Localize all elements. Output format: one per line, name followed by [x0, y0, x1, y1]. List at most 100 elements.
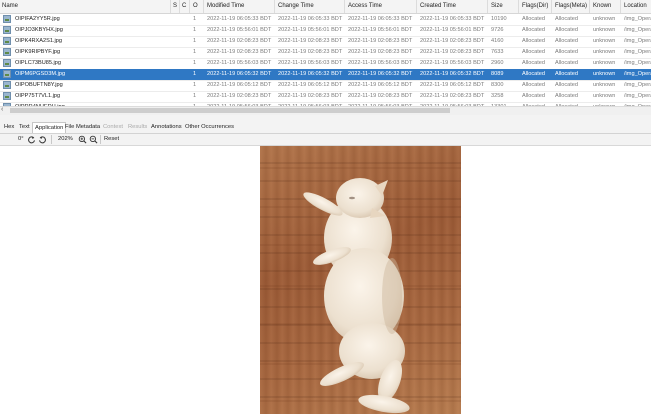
- flags-meta: Allocated: [555, 38, 579, 44]
- image-file-icon: [3, 48, 11, 56]
- file-name: OIPM6PGSD3M.jpg: [15, 71, 66, 77]
- known-status: unknown: [593, 82, 616, 88]
- column-header[interactable]: Known: [593, 3, 611, 9]
- tab-context[interactable]: Context: [101, 122, 125, 132]
- column-header[interactable]: Flags(Meta): [555, 3, 587, 9]
- column-header[interactable]: Created Time: [420, 3, 456, 9]
- change-time: 2022-11-19 05:56:01 BDT: [278, 27, 343, 33]
- file-table: Name S C O Modified Time Change Time Access Ti…: [0, 0, 651, 106]
- access-time: 2022-11-19 02:08:23 BDT: [348, 38, 413, 44]
- file-name: OIPLC73BU85.jpg: [15, 60, 62, 66]
- modified-time: 2022-11-19 05:56:03 BDT: [207, 60, 272, 66]
- tab-file-metadata[interactable]: File Metadata: [63, 122, 102, 132]
- file-size: 10190: [491, 16, 507, 22]
- tab-hex[interactable]: Hex: [2, 122, 16, 132]
- column-header[interactable]: Modified Time: [207, 3, 244, 9]
- column-header[interactable]: C: [182, 3, 186, 9]
- rotate-left-icon[interactable]: [27, 134, 36, 145]
- column-divider[interactable]: [170, 0, 171, 13]
- modified-time: 2022-11-19 06:05:33 BDT: [207, 16, 272, 22]
- scroll-thumb[interactable]: [10, 108, 450, 113]
- file-size: 3258: [491, 93, 504, 99]
- file-name: OIPOBUFTN8Y.jpg: [15, 82, 63, 88]
- flags-meta: Allocated: [555, 60, 579, 66]
- file-name: OIPK9RIPBYF.jpg: [15, 49, 61, 55]
- column-divider[interactable]: [274, 0, 275, 13]
- modified-time: 2022-11-19 02:08:23 BDT: [207, 49, 272, 55]
- access-time: 2022-11-19 02:08:23 BDT: [348, 93, 413, 99]
- tab-text[interactable]: Text: [17, 122, 32, 132]
- column-header[interactable]: Change Time: [278, 3, 314, 9]
- known-status: unknown: [593, 71, 616, 77]
- file-location: /img_Opera: [624, 49, 651, 55]
- zoom-value: 202%: [58, 136, 73, 142]
- column-header[interactable]: Location: [624, 3, 647, 9]
- file-size: 7633: [491, 49, 504, 55]
- image-file-icon: [3, 15, 11, 23]
- flags-dir: Allocated: [522, 71, 546, 77]
- column-divider[interactable]: [551, 0, 552, 13]
- file-size: 9726: [491, 27, 504, 33]
- column-header[interactable]: Access Time: [348, 3, 382, 9]
- created-time: 2022-11-19 05:56:01 BDT: [420, 27, 485, 33]
- column-header[interactable]: S: [173, 3, 177, 9]
- cat-photo: [260, 146, 461, 414]
- column-header[interactable]: Flags(Dir): [522, 3, 548, 9]
- image-file-icon: [3, 70, 11, 78]
- flags-dir: Allocated: [522, 38, 546, 44]
- file-name: OIPK4RXA2S1.jpg: [15, 38, 62, 44]
- rotation-value: 0°: [18, 136, 24, 142]
- file-location: /img_Opera: [624, 93, 651, 99]
- column-divider[interactable]: [589, 0, 590, 13]
- column-divider[interactable]: [189, 0, 190, 13]
- flags-meta: Allocated: [555, 82, 579, 88]
- rotate-right-icon[interactable]: [38, 134, 47, 145]
- tab-results[interactable]: Results: [126, 122, 149, 132]
- column-divider[interactable]: [344, 0, 345, 13]
- known-status: unknown: [593, 27, 616, 33]
- column-header[interactable]: Size: [491, 3, 503, 9]
- zoom-in-icon[interactable]: [78, 134, 87, 145]
- column-divider[interactable]: [620, 0, 621, 13]
- access-time: 2022-11-19 06:05:12 BDT: [348, 82, 413, 88]
- content-viewer-tabs: Hex Text Application File Metadata Context Re…: [0, 122, 651, 134]
- access-time: 2022-11-19 05:56:01 BDT: [348, 27, 413, 33]
- reset-button[interactable]: Reset: [104, 134, 119, 145]
- known-status: unknown: [593, 49, 616, 55]
- created-time: 2022-11-19 06:05:33 BDT: [420, 16, 485, 22]
- access-time: 2022-11-19 02:08:23 BDT: [348, 49, 413, 55]
- created-time: 2022-11-19 02:08:23 BDT: [420, 38, 485, 44]
- panel-splitter[interactable]: [0, 115, 651, 122]
- column-divider[interactable]: [179, 0, 180, 13]
- known-status: unknown: [593, 16, 616, 22]
- flags-meta: Allocated: [555, 49, 579, 55]
- created-time: 2022-11-19 02:08:23 BDT: [420, 49, 485, 55]
- tab-annotations[interactable]: Annotations: [149, 122, 184, 132]
- file-location: /img_Opera: [624, 82, 651, 88]
- occurrence-count: 1: [193, 16, 197, 22]
- zoom-out-icon[interactable]: [89, 134, 98, 145]
- column-divider[interactable]: [518, 0, 519, 13]
- image-viewer: [0, 146, 651, 414]
- column-header[interactable]: O: [193, 3, 198, 9]
- created-time: 2022-11-19 06:05:12 BDT: [420, 82, 485, 88]
- flags-dir: Allocated: [522, 82, 546, 88]
- column-divider[interactable]: [487, 0, 488, 13]
- occurrence-count: 1: [193, 93, 197, 99]
- tab-application[interactable]: Application: [32, 122, 67, 133]
- known-status: unknown: [593, 38, 616, 44]
- flags-dir: Allocated: [522, 93, 546, 99]
- image-file-icon: [3, 37, 11, 45]
- image-file-icon: [3, 92, 11, 100]
- column-divider[interactable]: [416, 0, 417, 13]
- scroll-left-icon[interactable]: ‹: [1, 106, 3, 113]
- tab-other-occurrences[interactable]: Other Occurrences: [183, 122, 236, 132]
- image-file-icon: [3, 26, 11, 34]
- file-size: 4160: [491, 38, 504, 44]
- column-divider[interactable]: [203, 0, 204, 13]
- column-header[interactable]: Name: [2, 3, 18, 9]
- file-size: 8089: [491, 71, 504, 77]
- flags-meta: Allocated: [555, 71, 579, 77]
- image-file-icon: [3, 81, 11, 89]
- file-size: 2960: [491, 60, 504, 66]
